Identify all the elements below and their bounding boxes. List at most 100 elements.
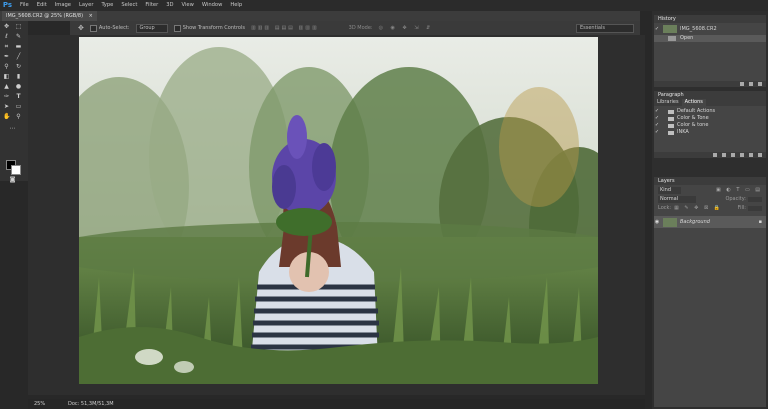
show-transform-option[interactable]: Show Transform Controls xyxy=(173,24,245,32)
new-document-icon[interactable] xyxy=(740,82,744,86)
crop-icon[interactable]: ⌗ xyxy=(3,43,10,50)
opacity-label: Opacity: xyxy=(725,196,746,202)
action-set[interactable]: ✓ Color & Tone xyxy=(654,115,766,122)
snapshot-thumbnail xyxy=(663,25,677,33)
menu-help[interactable]: Help xyxy=(226,0,246,11)
workspace-dropdown[interactable]: Essentials xyxy=(575,23,634,33)
menu-layer[interactable]: Layer xyxy=(75,0,97,11)
fill-label: Fill: xyxy=(737,205,746,211)
action-set[interactable]: ✓ Color & tone xyxy=(654,122,766,129)
record-icon[interactable] xyxy=(722,153,726,157)
show-transform-label: Show Transform Controls xyxy=(182,25,245,31)
document-tab[interactable]: IMG_5608.CR2 @ 25% (RGB/8) × xyxy=(2,11,97,21)
quick-select-icon[interactable]: ✎ xyxy=(15,33,22,40)
auto-select-dropdown[interactable]: Group xyxy=(135,23,168,33)
blend-mode-dropdown[interactable]: Normal xyxy=(658,196,697,203)
lasso-icon[interactable]: ℓ xyxy=(3,33,10,40)
trash-icon[interactable] xyxy=(758,82,762,86)
layers-panel: Layers Kind ▣ ◐ T ▭ ▤ Normal Opacity: Lo… xyxy=(654,177,766,407)
dodge-icon[interactable]: ● xyxy=(15,83,22,90)
more-tools-icon[interactable]: ⋯ xyxy=(9,125,16,132)
document-image[interactable] xyxy=(79,37,598,384)
filter-icons[interactable]: ▣ ◐ T ▭ ▤ xyxy=(716,187,762,194)
stop-icon[interactable] xyxy=(713,153,717,157)
layer-name[interactable]: Background xyxy=(680,219,710,226)
brush-icon: ✓ xyxy=(654,25,660,32)
background-color-swatch[interactable] xyxy=(11,165,21,175)
close-icon[interactable]: × xyxy=(89,13,93,19)
document-tab-bar: IMG_5608.CR2 @ 25% (RGB/8) × xyxy=(0,11,640,21)
history-item[interactable]: Open xyxy=(654,35,766,42)
frame-icon[interactable]: ▬ xyxy=(15,43,22,50)
align-icons[interactable]: ▥▥▥ ▤▤▤ ▥▥▥ xyxy=(251,25,319,31)
document-tab-title: IMG_5608.CR2 @ 25% (RGB/8) xyxy=(6,13,84,19)
folder-icon xyxy=(668,123,674,128)
menu-image[interactable]: Image xyxy=(51,0,75,11)
auto-select-option[interactable]: Auto-Select: xyxy=(89,24,130,32)
menu-window[interactable]: Window xyxy=(198,0,226,11)
lock-icons[interactable]: ▦ ✎ ✥ ⊠ 🔒 xyxy=(674,205,722,212)
new-action-icon[interactable] xyxy=(749,153,753,157)
stamp-icon[interactable]: ⚲ xyxy=(3,63,10,70)
kind-filter[interactable]: Kind xyxy=(658,187,682,194)
shape-icon[interactable]: ▭ xyxy=(15,103,22,110)
move-icon[interactable]: ✥ xyxy=(3,23,10,30)
layers-panel-title[interactable]: Layers xyxy=(654,177,766,185)
history-footer xyxy=(654,81,766,87)
layer-thumbnail xyxy=(663,217,677,227)
blur-icon[interactable]: ▲ xyxy=(3,83,10,90)
actions-footer xyxy=(654,152,766,158)
eyedropper-icon[interactable]: ✒ xyxy=(3,53,10,60)
doc-size: Doc: 51,3M/51,3M xyxy=(68,401,114,407)
menu-3d[interactable]: 3D xyxy=(162,0,177,11)
marquee-icon[interactable]: ⬚ xyxy=(15,23,22,30)
type-icon[interactable]: T xyxy=(15,93,22,100)
menu-type[interactable]: Type xyxy=(97,0,117,11)
menu-edit[interactable]: Edit xyxy=(33,0,51,11)
blend-row: Normal Opacity: xyxy=(654,196,766,203)
paragraph-panel-title[interactable]: Paragraph xyxy=(654,91,766,99)
action-set[interactable]: ✓ INKA xyxy=(654,129,766,136)
eye-icon[interactable]: ◉ xyxy=(654,219,660,226)
action-set[interactable]: ✓ Default Actions xyxy=(654,108,766,115)
opacity-field[interactable] xyxy=(748,197,762,202)
pen-icon[interactable]: ✑ xyxy=(3,93,10,100)
show-transform-checkbox[interactable] xyxy=(173,24,181,32)
camera-icon[interactable] xyxy=(749,82,753,86)
menu-select[interactable]: Select xyxy=(117,0,141,11)
zoom-level[interactable]: 25% xyxy=(34,401,45,407)
open-state-icon xyxy=(668,36,676,41)
history-panel-title[interactable]: History xyxy=(654,15,766,23)
play-icon[interactable] xyxy=(731,153,735,157)
check-icon[interactable]: ✓ xyxy=(654,108,660,115)
auto-select-checkbox[interactable] xyxy=(89,24,97,32)
lock-icon: ▪ xyxy=(758,218,762,225)
history-snapshot[interactable]: ✓ IMG_5608.CR2 xyxy=(654,23,766,35)
gradient-icon[interactable]: ▮ xyxy=(15,73,22,80)
new-set-icon[interactable] xyxy=(740,153,744,157)
quick-mask-icon[interactable]: ◙ xyxy=(9,176,16,183)
check-icon[interactable]: ✓ xyxy=(654,115,660,122)
right-panels: History ✓ IMG_5608.CR2 Open Paragraph Li… xyxy=(652,11,768,409)
history-brush-icon[interactable]: ↻ xyxy=(15,63,22,70)
move-tool-icon: ✥ xyxy=(78,24,84,32)
trash-icon[interactable] xyxy=(758,153,762,157)
fill-field[interactable] xyxy=(748,206,762,211)
layer-row[interactable]: ◉ Background ▪ xyxy=(654,216,766,228)
menu-view[interactable]: View xyxy=(178,0,198,11)
folder-icon xyxy=(668,116,674,121)
check-icon[interactable]: ✓ xyxy=(654,122,660,129)
zoom-icon[interactable]: ⚲ xyxy=(15,113,22,120)
3d-mode-icons[interactable]: ◎ ◉ ✥ ⇲ ⇵ xyxy=(379,25,434,31)
check-icon[interactable]: ✓ xyxy=(654,129,660,136)
path-select-icon[interactable]: ➤ xyxy=(3,103,10,110)
menu-filter[interactable]: Filter xyxy=(141,0,162,11)
tab-actions[interactable]: Actions xyxy=(681,99,706,106)
action-set-label: Color & Tone xyxy=(677,115,709,121)
eraser-icon[interactable]: ◧ xyxy=(3,73,10,80)
brush-icon[interactable]: ╱ xyxy=(15,53,22,60)
tab-libraries[interactable]: Libraries xyxy=(654,99,682,106)
hand-icon[interactable]: ✋ xyxy=(3,113,10,120)
menu-file[interactable]: File xyxy=(16,0,33,11)
menu-bar: Ps File Edit Image Layer Type Select Fil… xyxy=(0,0,768,11)
